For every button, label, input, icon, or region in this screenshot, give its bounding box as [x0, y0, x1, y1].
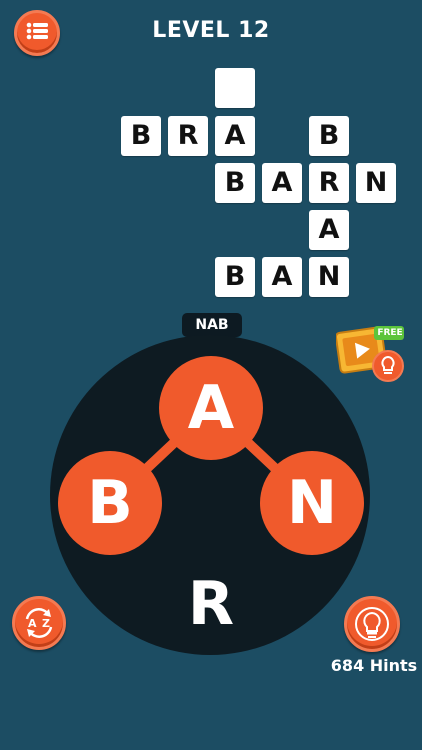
svg-text:A: A — [28, 617, 37, 630]
wheel-letter-a[interactable]: A — [159, 356, 263, 460]
wheel-letter-b[interactable]: B — [58, 451, 162, 555]
svg-text:Z: Z — [42, 617, 50, 630]
hint-button[interactable] — [344, 596, 400, 652]
lightbulb-icon — [355, 607, 389, 641]
wheel-letter-r[interactable]: R — [159, 552, 263, 656]
wheel-letter-n[interactable]: N — [260, 451, 364, 555]
shuffle-az-icon: A Z — [25, 608, 53, 638]
hint-count: 684 Hints — [330, 656, 418, 675]
shuffle-button[interactable]: A Z — [12, 596, 66, 650]
